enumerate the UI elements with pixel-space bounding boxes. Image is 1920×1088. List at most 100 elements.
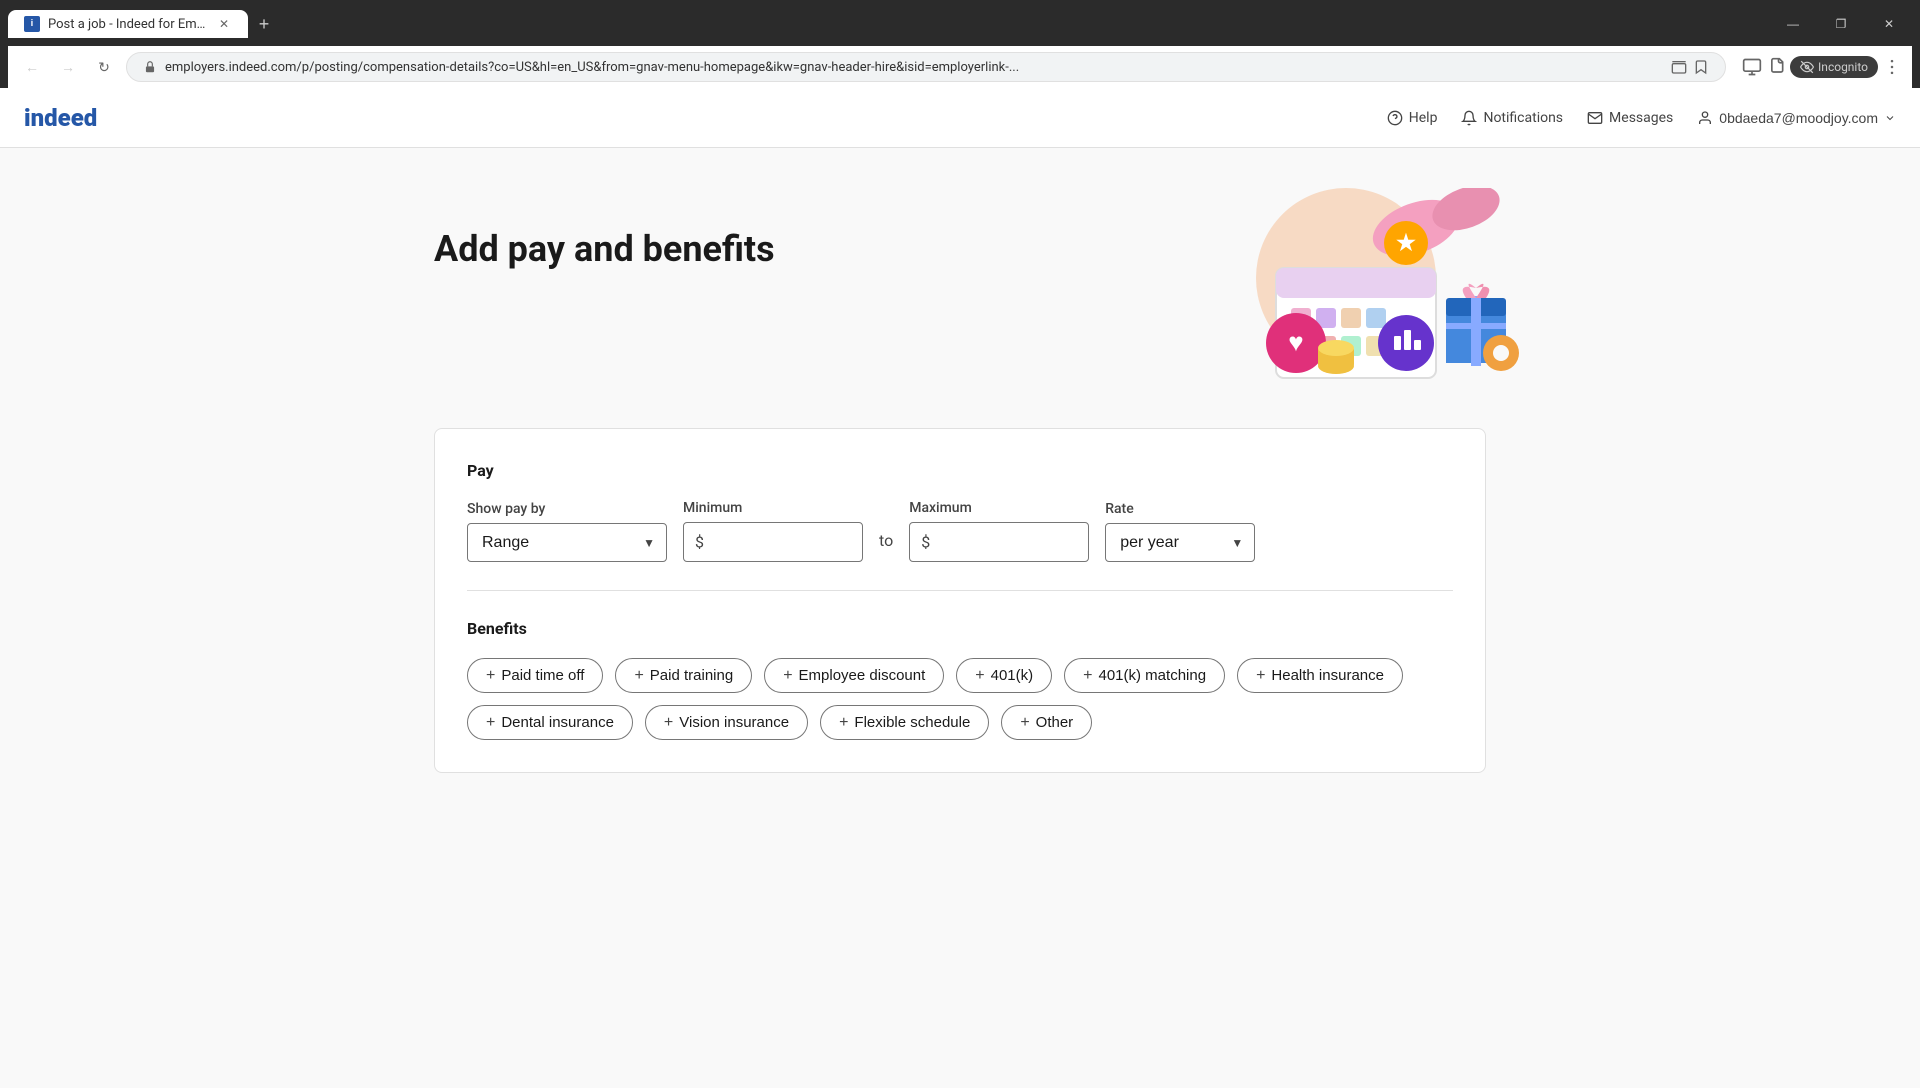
tab-favicon: i [24,16,40,32]
benefit-chip-employee-discount[interactable]: + Employee discount [764,658,944,693]
benefit-chip-label: Flexible schedule [854,714,970,731]
show-pay-by-group: Show pay by Range Exact amount Starting … [467,501,667,562]
pay-form: Show pay by Range Exact amount Starting … [467,500,1453,562]
rate-select-wrapper: per hour per day per week per month per … [1105,523,1255,562]
header-nav: Help Notifications Messages [1387,110,1896,126]
bell-icon [1461,110,1477,126]
forward-button[interactable]: → [54,53,82,81]
minimum-group: Minimum $ [683,500,863,562]
help-link[interactable]: Help [1387,110,1438,126]
plus-icon: + [1256,668,1265,684]
plus-icon: + [634,668,643,684]
maximum-input-wrapper: $ [909,522,1089,562]
address-bar-row: ← → ↻ employers.indeed.com/p/posting/com… [8,46,1912,88]
window-close-button[interactable]: ✕ [1866,8,1912,40]
menu-icon[interactable] [1882,57,1902,77]
benefit-chip-401k-matching[interactable]: +401(k) matching [1064,658,1225,693]
plus-icon: + [975,668,984,684]
benefit-chip-health-insurance[interactable]: + Health insurance [1237,658,1403,693]
svg-text:♥: ♥ [1288,328,1303,358]
benefit-chip-paid-time-off[interactable]: + Paid time off [467,658,603,693]
benefit-chip-label: Other [1036,714,1074,731]
logo-text: indeed [24,104,97,132]
window-maximize-button[interactable]: ❐ [1818,8,1864,40]
show-pay-by-label: Show pay by [467,501,667,517]
benefits-section-label: Benefits [467,619,1453,638]
svg-text:★: ★ [1396,231,1416,256]
notifications-link[interactable]: Notifications [1461,110,1563,126]
maximum-label: Maximum [909,500,1089,516]
benefit-chip-401k[interactable]: +401(k) [956,658,1052,693]
user-email: 0bdaeda7@moodjoy.com [1719,110,1878,126]
chevron-down-icon [1884,112,1896,124]
plus-icon: + [486,668,495,684]
user-icon [1697,110,1713,126]
back-button[interactable]: ← [18,53,46,81]
benefits-chips: + Paid time off + Paid training + Employee di… [467,658,1453,740]
site-header: indeed Help Notifications [0,88,1920,148]
pay-section-label: Pay [467,461,1453,480]
benefit-chip-label: Dental insurance [501,714,614,731]
browser-window: i Post a job - Indeed for Employ... ✕ + … [0,0,1920,1088]
url-text: employers.indeed.com/p/posting/compensat… [165,60,1663,75]
hero-section: Add pay and benefits [434,188,1486,388]
profile-icon [1742,57,1762,77]
show-pay-by-select[interactable]: Range Exact amount Starting amount Maxim… [467,523,667,562]
plus-icon: + [839,715,848,731]
benefit-chip-dental-insurance[interactable]: + Dental insurance [467,705,633,740]
hero-svg: ★ ♥ [1106,188,1526,388]
benefit-chip-paid-training[interactable]: + Paid training [615,658,752,693]
maximum-input[interactable] [909,522,1089,562]
benefit-chip-label: Vision insurance [679,714,789,731]
tab-title: Post a job - Indeed for Employ... [48,17,208,32]
minimum-input[interactable] [683,522,863,562]
new-tab-button[interactable]: + [250,10,278,38]
pay-subsection: Pay Show pay by Range Exact amount Start… [467,461,1453,562]
section-divider [467,590,1453,591]
help-label: Help [1409,110,1438,126]
form-section: Pay Show pay by Range Exact amount Start… [434,428,1486,773]
to-label: to [879,531,893,562]
cast-icon [1671,59,1687,75]
benefit-chip-vision-insurance[interactable]: + Vision insurance [645,705,808,740]
benefit-chip-label: 401(k) matching [1099,667,1207,684]
page-content: indeed Help Notifications [0,88,1920,1088]
page-title: Add pay and benefits [434,188,775,270]
message-icon [1587,110,1603,126]
notifications-label: Notifications [1483,110,1563,126]
incognito-label: Incognito [1818,60,1868,74]
indeed-logo[interactable]: indeed [24,104,97,132]
extensions-icon [1766,57,1786,77]
tab-bar: i Post a job - Indeed for Employ... ✕ + [8,10,278,38]
plus-icon: + [783,668,792,684]
benefits-section: Benefits + Paid time off + Paid training + Em… [467,619,1453,740]
benefit-chip-label: Paid time off [501,667,584,684]
refresh-button[interactable]: ↻ [90,53,118,81]
lock-icon [143,60,157,74]
benefit-chip-other[interactable]: + Other [1001,705,1092,740]
messages-label: Messages [1609,110,1673,126]
benefit-chip-label: Health insurance [1271,667,1384,684]
rate-select[interactable]: per hour per day per week per month per … [1105,523,1255,562]
benefit-chip-label: Paid training [650,667,733,684]
plus-icon: + [486,715,495,731]
benefit-chip-label: Employee discount [799,667,926,684]
help-icon [1387,110,1403,126]
rate-group: Rate per hour per day per week per month… [1105,501,1255,562]
plus-icon: + [1083,668,1092,684]
active-tab[interactable]: i Post a job - Indeed for Employ... ✕ [8,10,248,38]
address-bar[interactable]: employers.indeed.com/p/posting/compensat… [126,52,1726,82]
user-menu-button[interactable]: 0bdaeda7@moodjoy.com [1697,110,1896,126]
rate-label: Rate [1105,501,1255,517]
window-minimize-button[interactable]: — [1770,8,1816,40]
benefit-chip-label: 401(k) [991,667,1034,684]
messages-link[interactable]: Messages [1587,110,1673,126]
minimum-label: Minimum [683,500,863,516]
plus-icon: + [1020,715,1029,731]
benefit-chip-flexible-schedule[interactable]: + Flexible schedule [820,705,989,740]
hero-illustration: ★ ♥ [1106,188,1486,388]
main-content: Add pay and benefits [410,148,1510,813]
plus-icon: + [664,715,673,731]
tab-close-button[interactable]: ✕ [216,16,232,32]
browser-chrome: i Post a job - Indeed for Employ... ✕ + … [0,0,1920,88]
